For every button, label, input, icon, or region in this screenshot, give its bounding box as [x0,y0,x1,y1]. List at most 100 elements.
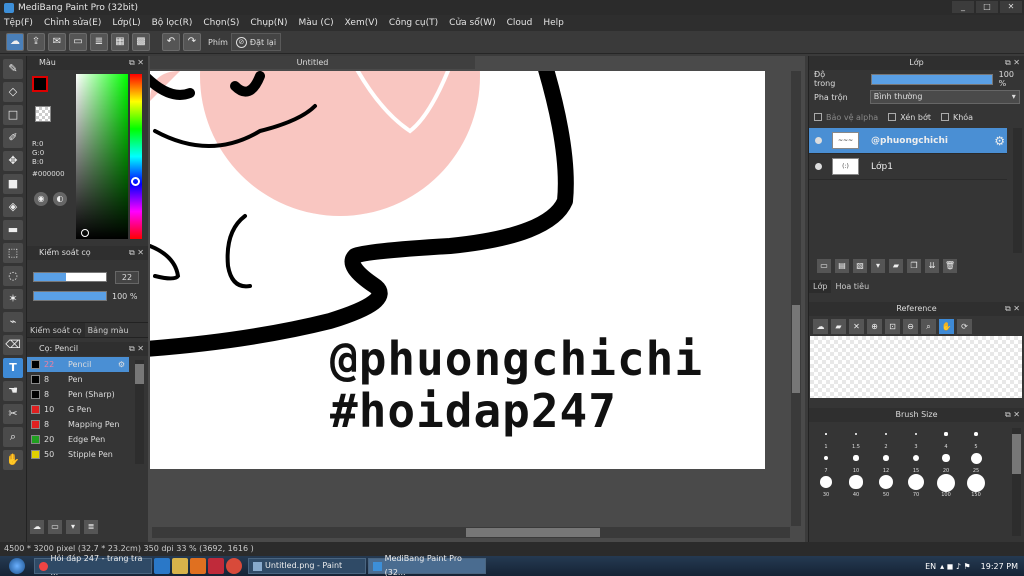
merge-layer-icon[interactable]: ⇊ [925,259,939,273]
visibility-eye-icon[interactable] [815,163,822,170]
eyedropper-icon[interactable]: ⌕ [3,427,23,447]
layer-settings-gear-icon[interactable]: ⚙ [994,134,1005,148]
share-icon[interactable]: ⇪ [27,33,45,51]
brush-size-cell[interactable]: 70 [901,474,931,498]
layer-row[interactable]: ~~~ @phuongchichi ⚙ [809,128,1007,154]
menu-filter[interactable]: Bộ lọc(R) [152,18,193,28]
brush-size-cell[interactable]: 40 [841,474,871,498]
maximize-button[interactable]: □ [976,1,998,13]
brush-size-cell[interactable]: 30 [811,474,841,498]
panel-controls-icon[interactable]: ⧉ ✕ [1005,56,1020,70]
new-8bit-layer-icon[interactable]: ▧ [853,259,867,273]
language-indicator[interactable]: EN [925,562,936,571]
task-browser[interactable]: Hỏi đáp 247 - trang tra ... [34,554,152,576]
add-layer-dropdown-icon[interactable]: ▾ [871,259,885,273]
explorer-icon[interactable] [172,558,188,574]
reset-button[interactable]: ⊘ Đặt lại [230,33,282,51]
new-halftone-layer-icon[interactable]: ▤ [835,259,849,273]
dot-tool-icon[interactable]: □ [3,105,23,125]
brush-item[interactable]: 50 Stipple Pen [27,447,129,462]
grid-icon[interactable]: ▩ [132,33,150,51]
brush-item[interactable]: 10 G Pen [27,402,129,417]
cloud-icon[interactable]: ☁ [6,33,24,51]
hand-icon[interactable]: ✋ [939,318,954,334]
brush-item[interactable]: 8 Mapping Pen [27,417,129,432]
brush-size-cell[interactable]: 3 [901,426,931,450]
brush-size-cell[interactable]: 150 [961,474,991,498]
ie-icon[interactable] [154,558,170,574]
document-tab[interactable]: Untitled [150,56,475,69]
reference-view[interactable] [810,336,1022,398]
horizontal-scroll-thumb[interactable] [466,528,600,537]
menu-tools[interactable]: Công cụ(T) [389,18,438,28]
protect-alpha-checkbox[interactable] [814,113,822,121]
select-eraser-icon[interactable]: ⌫ [3,335,23,355]
visibility-eye-icon[interactable] [815,137,822,144]
brush-item[interactable]: 20 Edge Pen [27,432,129,447]
brush-size-scrollbar[interactable] [1012,428,1021,536]
tab-color-palette[interactable]: Bảng màu [85,323,132,337]
app-icon[interactable] [208,558,224,574]
panel-controls-icon[interactable]: ⧉ ✕ [1005,408,1020,422]
new-brush-icon[interactable]: ▭ [48,520,62,534]
brush-size-cell[interactable]: 25 [961,450,991,474]
folder-icon[interactable]: ▰ [889,259,903,273]
hue-slider[interactable] [130,74,142,239]
open-folder-icon[interactable]: ▰ [831,318,846,334]
scroll-thumb[interactable] [1012,434,1021,474]
menu-cloud[interactable]: Cloud [507,18,533,28]
protect-alpha-option[interactable]: Bảo vệ alpha [814,113,878,122]
scroll-thumb[interactable] [135,364,144,384]
clock[interactable]: 19:27 PM [981,562,1018,571]
clipping-option[interactable]: Xén bớt [888,113,931,122]
brush-size-cell[interactable]: 7 [811,450,841,474]
media-player-icon[interactable] [190,558,206,574]
canvas[interactable]: @phuongchichi #hoidap247 [150,71,765,469]
menu-select[interactable]: Chọn(S) [203,18,239,28]
page-icon[interactable]: ▭ [69,33,87,51]
layer-list-scrollbar[interactable] [1013,128,1022,253]
pen-tool-icon[interactable]: ✐ [3,128,23,148]
brush-size-slider[interactable] [33,272,107,282]
menu-snap[interactable]: Chụp(N) [250,18,287,28]
start-button[interactable] [0,556,34,576]
lasso-tool-icon[interactable]: ◌ [3,266,23,286]
menu-window[interactable]: Cửa sổ(W) [449,18,495,28]
operation-tool-icon[interactable]: ☚ [3,381,23,401]
undo-icon[interactable]: ↶ [162,33,180,51]
brush-settings-gear-icon[interactable]: ⚙ [118,360,125,369]
move-tool-icon[interactable]: ✥ [3,151,23,171]
brush-item[interactable]: 22 Pencil ⚙ [27,357,129,372]
panel-controls-icon[interactable]: ⧉ ✕ [1005,302,1020,316]
new-layer-icon[interactable]: ▭ [817,259,831,273]
cloud-open-icon[interactable]: ☁ [813,318,828,334]
menu-file[interactable]: Tệp(F) [4,18,33,28]
eyedropper-icon[interactable]: ⌕ [921,318,936,334]
brush-size-cell[interactable]: 50 [871,474,901,498]
rotate-icon[interactable]: ⟳ [957,318,972,334]
saturation-value-picker[interactable] [76,74,128,239]
layer-row[interactable]: (:) Lớp1 [809,154,1007,180]
clipping-checkbox[interactable] [888,113,897,121]
task-medibang[interactable]: MediBang Paint Pro (32... [368,554,486,576]
task-paint[interactable]: Untitled.png - Paint [248,558,366,574]
cloud-brush-icon[interactable]: ☁ [30,520,44,534]
brush-list-scrollbar[interactable] [135,360,144,464]
duplicate-layer-icon[interactable]: ❐ [907,259,921,273]
fill-rect-icon[interactable]: ■ [3,174,23,194]
close-button[interactable]: ✕ [1000,1,1022,13]
foreground-color-swatch[interactable] [32,76,48,92]
hue-knob[interactable] [131,177,140,186]
lock-checkbox[interactable] [940,113,949,121]
panel-controls-icon[interactable]: ⧉ ✕ [129,246,144,260]
brush-size-cell[interactable]: 4 [931,426,961,450]
tab-brush-control[interactable]: Kiểm soát cọ [27,323,85,337]
bucket-tool-icon[interactable]: ◈ [3,197,23,217]
brush-size-cell[interactable]: 20 [931,450,961,474]
brush-item[interactable]: 8 Pen [27,372,129,387]
tab-navigator[interactable]: Hoa tiêu [831,280,873,293]
add-brush-icon[interactable]: ▾ [66,520,80,534]
minimize-button[interactable]: _ [952,1,974,13]
vertical-scroll-thumb[interactable] [792,305,800,393]
select-rect-icon[interactable]: ⬚ [3,243,23,263]
